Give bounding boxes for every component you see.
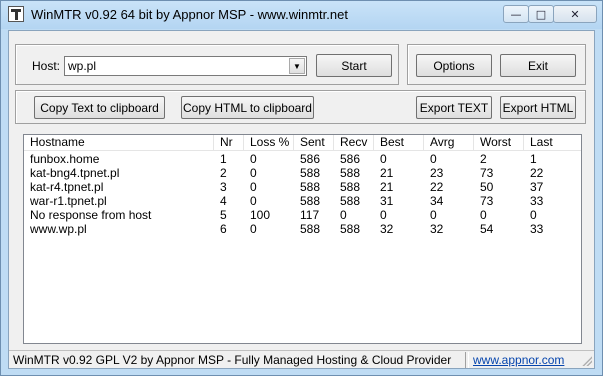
table-row[interactable]: No response from host 5 100 117 0 0 0 0 0 — [24, 208, 581, 222]
cell-nr: 2 — [220, 166, 227, 180]
cell-worst: 73 — [480, 166, 494, 180]
table-row[interactable]: war-r1.tpnet.pl 4 0 588 588 31 34 73 33 — [24, 194, 581, 208]
column-nr[interactable]: Nr — [214, 135, 244, 150]
cell-recv: 588 — [340, 194, 361, 208]
cell-avrg: 23 — [430, 166, 444, 180]
client-area: Host: wp.pl ▼ Start Options Exit Copy Te… — [8, 30, 595, 369]
cell-worst: 50 — [480, 180, 494, 194]
column-hostname[interactable]: Hostname — [24, 135, 214, 150]
cell-worst: 54 — [480, 222, 494, 236]
options-button[interactable]: Options — [416, 54, 492, 77]
cell-hostname: funbox.home — [30, 152, 100, 166]
cell-sent: 588 — [300, 222, 321, 236]
host-input[interactable]: wp.pl — [68, 59, 96, 73]
appnor-link[interactable]: www.appnor.com — [473, 353, 564, 367]
cell-last: 0 — [530, 208, 537, 222]
cell-best: 32 — [380, 222, 394, 236]
cell-loss: 0 — [250, 194, 257, 208]
cell-avrg: 32 — [430, 222, 444, 236]
export-html-button[interactable]: Export HTML — [500, 96, 576, 119]
cell-avrg: 22 — [430, 180, 444, 194]
minimize-icon: — — [510, 7, 522, 21]
copy-html-button[interactable]: Copy HTML to clipboard — [181, 96, 314, 119]
dropdown-arrow-icon[interactable]: ▼ — [289, 58, 305, 74]
cell-nr: 5 — [220, 208, 227, 222]
table-header: Hostname Nr Loss % Sent Recv Best Avrg W… — [24, 135, 581, 151]
cell-sent: 588 — [300, 166, 321, 180]
cell-nr: 6 — [220, 222, 227, 236]
table-row[interactable]: kat-bng4.tpnet.pl 2 0 588 588 21 23 73 22 — [24, 166, 581, 180]
minimize-button[interactable]: — — [503, 5, 529, 23]
cell-best: 0 — [380, 152, 387, 166]
results-table[interactable]: Hostname Nr Loss % Sent Recv Best Avrg W… — [23, 134, 582, 344]
cell-nr: 1 — [220, 152, 227, 166]
table-row[interactable]: kat-r4.tpnet.pl 3 0 588 588 21 22 50 37 — [24, 180, 581, 194]
cell-worst: 73 — [480, 194, 494, 208]
column-best[interactable]: Best — [374, 135, 424, 150]
exit-button[interactable]: Exit — [500, 54, 576, 77]
cell-loss: 0 — [250, 152, 257, 166]
cell-best: 0 — [380, 208, 387, 222]
app-icon — [8, 6, 24, 22]
cell-sent: 588 — [300, 180, 321, 194]
cell-recv: 588 — [340, 180, 361, 194]
cell-avrg: 0 — [430, 208, 437, 222]
cell-recv: 588 — [340, 222, 361, 236]
close-icon: ✕ — [570, 7, 580, 21]
cell-recv: 586 — [340, 152, 361, 166]
cell-sent: 588 — [300, 194, 321, 208]
app-window: WinMTR v0.92 64 bit by Appnor MSP - www.… — [0, 0, 603, 376]
start-button[interactable]: Start — [316, 54, 392, 77]
cell-loss: 0 — [250, 180, 257, 194]
status-divider — [465, 352, 469, 368]
cell-nr: 3 — [220, 180, 227, 194]
column-recv[interactable]: Recv — [334, 135, 374, 150]
close-button[interactable]: ✕ — [553, 5, 597, 23]
copy-text-button[interactable]: Copy Text to clipboard — [34, 96, 165, 119]
cell-best: 21 — [380, 166, 394, 180]
window-title: WinMTR v0.92 64 bit by Appnor MSP - www.… — [31, 7, 348, 22]
column-last[interactable]: Last — [524, 135, 581, 150]
host-label: Host: — [32, 59, 61, 73]
cell-sent: 117 — [300, 208, 320, 222]
cell-recv: 588 — [340, 166, 361, 180]
cell-last: 33 — [530, 222, 544, 236]
cell-best: 31 — [380, 194, 394, 208]
cell-hostname: kat-bng4.tpnet.pl — [30, 166, 120, 180]
column-avrg[interactable]: Avrg — [424, 135, 474, 150]
cell-recv: 0 — [340, 208, 347, 222]
cell-last: 22 — [530, 166, 544, 180]
status-bar: WinMTR v0.92 GPL V2 by Appnor MSP - Full… — [9, 350, 594, 368]
cell-hostname: No response from host — [30, 208, 152, 222]
cell-last: 37 — [530, 180, 544, 194]
cell-worst: 0 — [480, 208, 487, 222]
column-loss[interactable]: Loss % — [244, 135, 294, 150]
export-text-button[interactable]: Export TEXT — [416, 96, 492, 119]
cell-avrg: 34 — [430, 194, 444, 208]
status-text: WinMTR v0.92 GPL V2 by Appnor MSP - Full… — [13, 353, 452, 367]
cell-loss: 0 — [250, 166, 257, 180]
title-bar[interactable]: WinMTR v0.92 64 bit by Appnor MSP - www.… — [1, 1, 602, 29]
cell-hostname: kat-r4.tpnet.pl — [30, 180, 104, 194]
cell-sent: 586 — [300, 152, 321, 166]
maximize-button[interactable]: □ — [528, 5, 554, 23]
cell-loss: 0 — [250, 222, 257, 236]
host-combobox[interactable]: wp.pl ▼ — [64, 56, 307, 76]
cell-hostname: war-r1.tpnet.pl — [30, 194, 107, 208]
resize-grip-icon[interactable] — [582, 356, 592, 366]
cell-avrg: 0 — [430, 152, 437, 166]
column-worst[interactable]: Worst — [474, 135, 524, 150]
cell-best: 21 — [380, 180, 394, 194]
cell-last: 33 — [530, 194, 544, 208]
table-row[interactable]: www.wp.pl 6 0 588 588 32 32 54 33 — [24, 222, 581, 236]
maximize-icon: □ — [535, 7, 547, 21]
cell-last: 1 — [530, 152, 537, 166]
table-row[interactable]: funbox.home 1 0 586 586 0 0 2 1 — [24, 152, 581, 166]
cell-loss: 100 — [250, 208, 271, 222]
cell-hostname: www.wp.pl — [30, 222, 87, 236]
column-sent[interactable]: Sent — [294, 135, 334, 150]
cell-worst: 2 — [480, 152, 487, 166]
cell-nr: 4 — [220, 194, 227, 208]
